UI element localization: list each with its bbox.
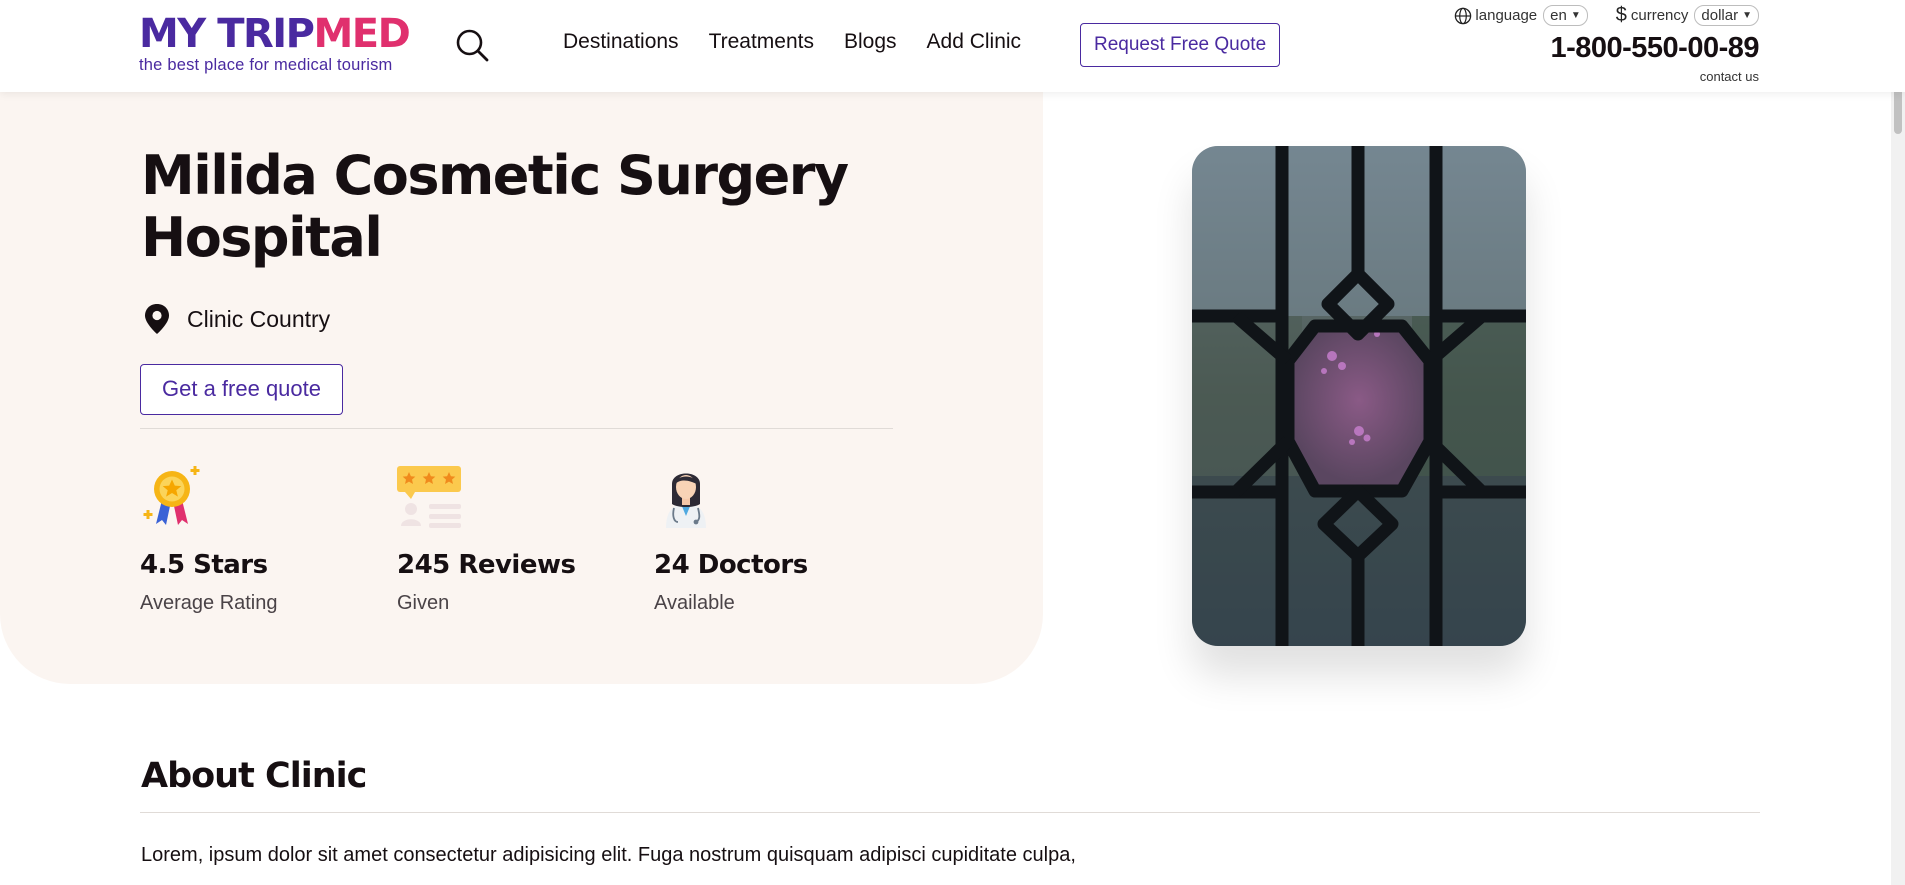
about-clinic-heading: About Clinic xyxy=(141,756,367,796)
currency-select[interactable]: dollar ▼ xyxy=(1694,5,1759,26)
dollar-icon: $ xyxy=(1615,4,1627,26)
currency-label: currency xyxy=(1630,7,1689,24)
clinic-photo xyxy=(1192,146,1526,646)
logo[interactable]: MY TRIPMED the best place for medical to… xyxy=(139,11,411,75)
locale-controls: language en ▼ $ currency dollar ▼ xyxy=(1454,4,1759,27)
language-select[interactable]: en ▼ xyxy=(1543,5,1588,26)
main-nav: Destinations Treatments Blogs Add Clinic xyxy=(563,30,1051,54)
logo-tagline: the best place for medical tourism xyxy=(139,56,393,74)
clinic-location: Clinic Country xyxy=(143,303,330,335)
nav-add-clinic[interactable]: Add Clinic xyxy=(927,30,1022,54)
about-clinic-text: Lorem, ipsum dolor sit amet consectetur … xyxy=(141,844,1076,866)
divider xyxy=(140,428,893,429)
language-label: language xyxy=(1475,7,1538,24)
globe-icon xyxy=(1455,7,1472,24)
nav-destinations[interactable]: Destinations xyxy=(563,30,679,54)
location-text: Clinic Country xyxy=(187,305,331,332)
stat-label: Available xyxy=(654,592,735,614)
doctor-icon xyxy=(666,473,706,528)
stat-doctors: 24 Doctors Available xyxy=(654,464,884,615)
page-scrollbar[interactable] xyxy=(1891,0,1905,885)
search-icon[interactable] xyxy=(455,28,489,62)
request-free-quote-button[interactable]: Request Free Quote xyxy=(1080,23,1281,67)
nav-blogs[interactable]: Blogs xyxy=(844,30,897,54)
get-free-quote-button[interactable]: Get a free quote xyxy=(140,364,343,415)
stat-reviews: 245 Reviews Given xyxy=(397,464,627,615)
stat-label: Given xyxy=(397,592,450,614)
nav-treatments[interactable]: Treatments xyxy=(709,30,814,54)
stat-value: 24 Doctors xyxy=(654,550,808,580)
site-header: MY TRIPMED the best place for medical to… xyxy=(0,0,1905,92)
stat-value: 245 Reviews xyxy=(397,550,576,580)
stat-label: Average Rating xyxy=(140,592,278,614)
award-medal-icon xyxy=(143,466,200,525)
clinic-title: Milida Cosmetic Surgery Hospital xyxy=(141,144,849,269)
chevron-down-icon: ▼ xyxy=(1742,10,1752,21)
chevron-down-icon: ▼ xyxy=(1570,10,1581,21)
logo-wordmark: MY TRIPMED xyxy=(139,11,411,57)
currency-value: dollar xyxy=(1701,7,1739,24)
stat-rating: 4.5 Stars Average Rating xyxy=(140,464,370,615)
phone-number[interactable]: 1-800-550-00-89 xyxy=(1550,32,1759,65)
divider xyxy=(140,812,1760,813)
reviews-icon xyxy=(397,466,461,528)
contact-us-link[interactable]: contact us xyxy=(1700,69,1759,84)
stat-value: 4.5 Stars xyxy=(140,550,268,580)
map-pin-icon xyxy=(145,304,169,334)
language-value: en xyxy=(1550,7,1567,24)
